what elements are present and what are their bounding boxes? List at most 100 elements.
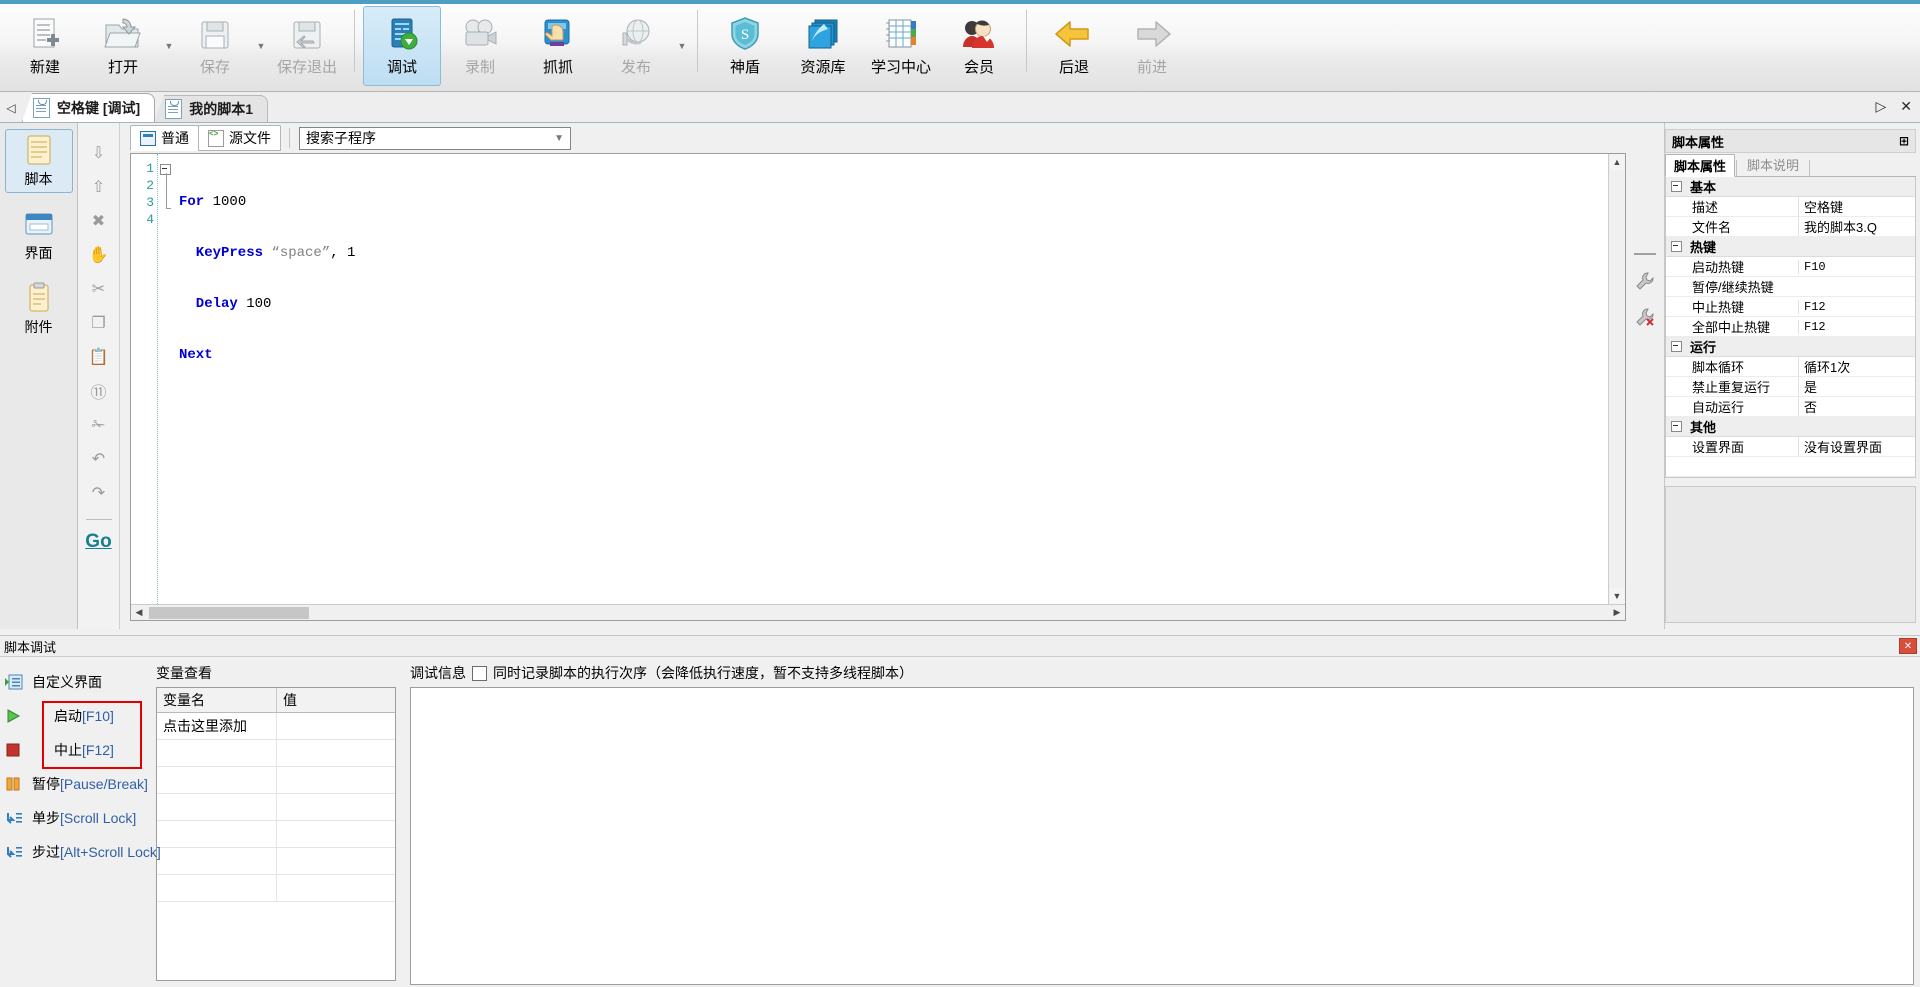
toolbar-button-open[interactable]: 打开 [84, 6, 162, 86]
property-value[interactable]: F10 [1798, 259, 1915, 274]
scissors-icon[interactable]: ✁ [85, 411, 113, 439]
cut-icon[interactable]: ✂ [85, 275, 113, 303]
property-value[interactable]: 没有设置界面 [1798, 437, 1915, 456]
table-row[interactable] [157, 848, 395, 875]
code-folding-column[interactable] [157, 154, 173, 604]
toolbar-button-debug[interactable]: 调试 [363, 6, 441, 86]
pin-icon[interactable]: ⊞ [1899, 134, 1909, 148]
code-editor[interactable]: 1 2 3 4 For 1000 KeyPress “space”, 1 Del… [130, 153, 1626, 621]
code-text-area[interactable]: For 1000 KeyPress “space”, 1 Delay 100 N… [173, 154, 1608, 604]
property-row-script-loop[interactable]: 脚本循环 循环1次 [1666, 357, 1915, 377]
close-icon[interactable]: ✕ [1899, 638, 1917, 654]
table-row[interactable] [157, 875, 395, 902]
table-row[interactable] [157, 740, 395, 767]
property-category-row[interactable]: 其他 [1666, 417, 1915, 437]
tab-my-script-1[interactable]: 我的脚本1 [154, 95, 269, 122]
collapse-icon[interactable] [1666, 181, 1686, 192]
sidebar-item-ui[interactable]: 界面 [5, 203, 73, 267]
tab-scroll-left-icon[interactable]: ◁ [0, 94, 22, 122]
debug-action-pause[interactable]: 暂停[Pause/Break] [4, 767, 150, 801]
editor-vertical-scrollbar[interactable]: ▲ ▼ [1608, 154, 1625, 604]
tab-scroll-right-icon[interactable]: ▷ [1875, 98, 1886, 115]
horizontal-scroll-thumb[interactable] [149, 606, 309, 619]
editor-horizontal-scrollbar[interactable]: ◀ ▶ [131, 604, 1625, 620]
property-row-auto-run[interactable]: 自动运行 否 [1666, 397, 1915, 417]
property-value[interactable]: 我的脚本3.Q [1798, 217, 1915, 236]
move-up-icon[interactable]: ⇧ [85, 173, 113, 201]
debug-action-step-into[interactable]: 单步[Scroll Lock] [4, 801, 150, 835]
property-row-filename[interactable]: 文件名 我的脚本3.Q [1666, 217, 1915, 237]
property-row-stop-hotkey[interactable]: 中止热键 F12 [1666, 297, 1915, 317]
property-row-start-hotkey[interactable]: 启动热键 F10 [1666, 257, 1915, 277]
property-category-row[interactable]: 热键 [1666, 237, 1915, 257]
property-category-row[interactable]: 运行 [1666, 337, 1915, 357]
debug-action-stop[interactable]: 中止[F12] [4, 733, 150, 767]
tab-space-key-debug[interactable]: 空格键 [调试] [22, 93, 156, 122]
property-value[interactable]: 空格键 [1798, 197, 1915, 216]
toolbar-button-record[interactable]: 录制 [441, 6, 519, 86]
tab-script-description[interactable]: 脚本说明 [1738, 153, 1809, 176]
property-value[interactable]: 循环1次 [1798, 357, 1915, 376]
debug-action-start[interactable]: 启动[F10] [4, 699, 150, 733]
variable-watch-table[interactable]: 变量名 值 点击这里添加 [156, 687, 396, 981]
hand-icon[interactable]: ✋ [85, 241, 113, 269]
collapse-icon[interactable] [1666, 241, 1686, 252]
sidebar-item-attachment[interactable]: 附件 [5, 277, 73, 341]
remove-property-wrench-icon[interactable] [1635, 307, 1655, 331]
search-subroutine-combobox[interactable]: 搜索子程序 ▼ [299, 126, 571, 150]
property-row-settings-ui[interactable]: 设置界面 没有设置界面 [1666, 437, 1915, 457]
property-row-pause-hotkey[interactable]: 暂停/继续热键 [1666, 277, 1915, 297]
scroll-up-icon[interactable]: ▲ [1609, 154, 1625, 170]
toolbar-button-save[interactable]: 保存 [176, 6, 254, 86]
toolbar-button-new[interactable]: 新建 [6, 6, 84, 86]
go-button[interactable]: Go [85, 528, 113, 556]
copy-icon[interactable]: ❐ [85, 309, 113, 337]
collapse-icon[interactable] [1666, 421, 1686, 432]
redo-icon[interactable]: ↷ [85, 479, 113, 507]
property-value[interactable]: F12 [1798, 319, 1915, 334]
collapse-icon[interactable] [1666, 341, 1686, 352]
table-row[interactable] [157, 767, 395, 794]
view-tab-source[interactable]: 源文件 [198, 125, 281, 151]
tab-close-icon[interactable]: ✕ [1900, 98, 1912, 115]
scroll-left-icon[interactable]: ◀ [131, 607, 147, 618]
debug-info-output[interactable] [410, 687, 1914, 985]
property-row-prevent-repeat[interactable]: 禁止重复运行 是 [1666, 377, 1915, 397]
toolbar-button-resource-library[interactable]: 资源库 [784, 6, 862, 86]
save-dropdown-caret-icon[interactable]: ▼ [254, 6, 268, 86]
table-row[interactable] [157, 794, 395, 821]
chevron-down-icon[interactable]: ▼ [548, 133, 570, 144]
scroll-right-icon[interactable]: ▶ [1609, 607, 1625, 618]
toolbar-button-grab[interactable]: 抓抓 [519, 6, 597, 86]
publish-dropdown-caret-icon[interactable]: ▼ [675, 6, 689, 86]
sidebar-item-script[interactable]: 脚本 [4, 129, 73, 193]
record-order-checkbox[interactable] [472, 665, 487, 681]
toolbar-button-shield[interactable]: S 神盾 [706, 6, 784, 86]
link-icon[interactable]: ⑪ [85, 377, 113, 405]
toolbar-button-save-exit[interactable]: 保存退出 [268, 6, 346, 86]
property-row-stop-all-hotkey[interactable]: 全部中止热键 F12 [1666, 317, 1915, 337]
open-dropdown-caret-icon[interactable]: ▼ [162, 6, 176, 86]
delete-icon[interactable]: ✖ [85, 207, 113, 235]
toolbar-button-member[interactable]: 会员 [940, 6, 1018, 86]
table-row[interactable]: 点击这里添加 [157, 713, 395, 740]
debug-action-custom-ui[interactable]: 自定义界面 [4, 665, 150, 699]
scroll-down-icon[interactable]: ▼ [1609, 588, 1625, 604]
paste-icon[interactable]: 📋 [85, 343, 113, 371]
tab-script-properties[interactable]: 脚本属性 [1665, 154, 1736, 177]
property-value[interactable]: 否 [1798, 397, 1915, 416]
property-row-description[interactable]: 描述 空格键 [1666, 197, 1915, 217]
toolbar-button-learning-center[interactable]: 学习中心 [862, 6, 940, 86]
view-tab-normal[interactable]: 普通 [130, 125, 199, 151]
toolbar-button-publish[interactable]: 发布 [597, 6, 675, 86]
toolbar-button-forward[interactable]: 前进 [1113, 6, 1191, 86]
property-value[interactable]: F12 [1798, 299, 1915, 314]
move-down-icon[interactable]: ⇩ [85, 139, 113, 167]
debug-action-step-over[interactable]: 步过[Alt+Scroll Lock] [4, 835, 161, 869]
add-property-wrench-icon[interactable] [1635, 271, 1655, 295]
toolbar-button-back[interactable]: 后退 [1035, 6, 1113, 86]
table-row[interactable] [157, 821, 395, 848]
property-value[interactable]: 是 [1798, 377, 1915, 396]
undo-icon[interactable]: ↶ [85, 445, 113, 473]
property-category-row[interactable]: 基本 [1666, 177, 1915, 197]
